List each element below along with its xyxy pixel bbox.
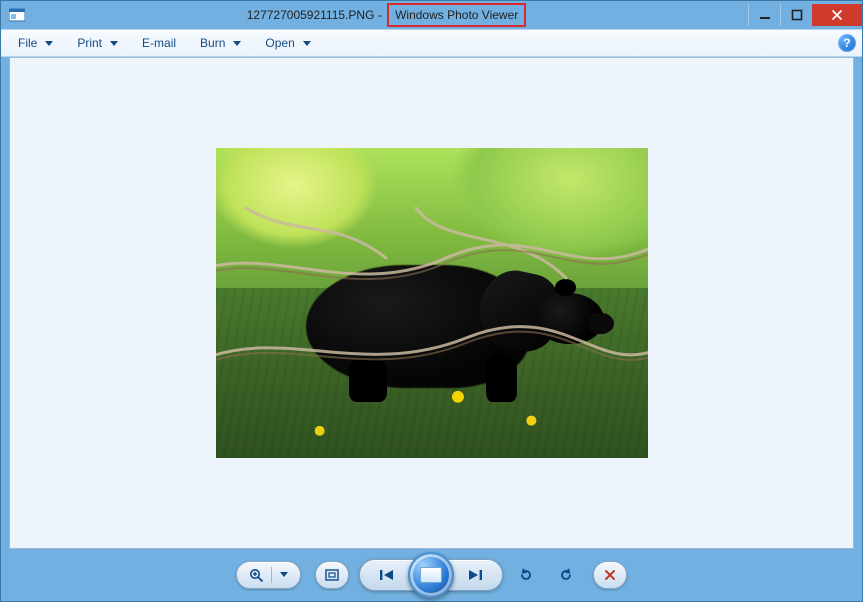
menu-email-label: E-mail (142, 36, 176, 50)
menu-print[interactable]: Print (66, 32, 129, 54)
next-icon (465, 568, 483, 582)
help-icon[interactable]: ? (838, 34, 856, 52)
slideshow-icon (420, 567, 442, 583)
rotate-ccw-button[interactable] (513, 562, 539, 588)
menu-open[interactable]: Open (254, 32, 321, 54)
delete-button[interactable] (593, 561, 627, 589)
fit-window-icon (325, 569, 339, 581)
title-appname: Windows Photo Viewer (395, 8, 518, 22)
title-separator: - (374, 8, 385, 22)
nav-cluster (359, 559, 503, 591)
maximize-button[interactable] (780, 4, 812, 26)
menu-print-label: Print (77, 36, 102, 50)
previous-button[interactable] (366, 559, 410, 591)
controls-left (236, 561, 349, 589)
control-bar (1, 549, 862, 601)
menu-open-label: Open (265, 36, 294, 50)
magnifier-plus-icon (249, 568, 263, 582)
photo-image (216, 148, 648, 458)
menu-bar: File Print E-mail Burn Open ? (1, 29, 862, 57)
rotate-cw-icon (557, 566, 575, 584)
close-button[interactable] (812, 4, 862, 26)
window-title: 127727005921115.PNG - Windows Photo View… (25, 3, 748, 27)
app-system-icon[interactable] (9, 7, 25, 23)
prev-icon (379, 568, 397, 582)
title-appname-highlight: Windows Photo Viewer (387, 3, 526, 27)
menu-file[interactable]: File (7, 32, 64, 54)
next-button[interactable] (452, 559, 496, 591)
slideshow-button[interactable] (408, 552, 454, 598)
menu-burn-label: Burn (200, 36, 225, 50)
delete-x-icon (604, 569, 616, 581)
actual-size-button[interactable] (315, 561, 349, 589)
zoom-button-divider (271, 567, 272, 583)
rotate-cw-button[interactable] (553, 562, 579, 588)
viewer-canvas[interactable] (9, 57, 854, 549)
minimize-button[interactable] (748, 4, 780, 26)
window-controls (748, 4, 862, 26)
rotate-ccw-icon (517, 566, 535, 584)
controls-right (513, 561, 627, 589)
menu-email[interactable]: E-mail (131, 32, 187, 54)
title-filename: 127727005921115.PNG (247, 8, 375, 22)
zoom-button[interactable] (236, 561, 301, 589)
menu-file-label: File (18, 36, 37, 50)
photo-branches (216, 148, 648, 458)
help-icon-glyph: ? (843, 36, 850, 50)
title-bar: 127727005921115.PNG - Windows Photo View… (1, 1, 862, 29)
chevron-down-icon (280, 572, 288, 578)
menu-burn[interactable]: Burn (189, 32, 252, 54)
